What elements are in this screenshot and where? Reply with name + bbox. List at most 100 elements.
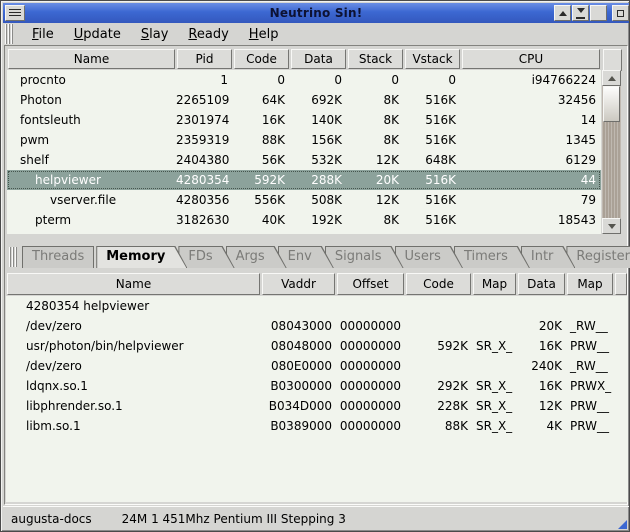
maximize-button[interactable] bbox=[590, 5, 607, 21]
memory-data-map: _RW__ bbox=[566, 319, 614, 333]
process-cpu: 32456 bbox=[461, 93, 601, 107]
column-header-pid[interactable]: Pid bbox=[177, 49, 232, 69]
tabstrip-drag-handle[interactable] bbox=[9, 247, 17, 267]
menu-item-file[interactable]: File bbox=[22, 25, 64, 44]
memory-name: 4280354 helpviewer bbox=[6, 299, 261, 313]
memory-row[interactable]: usr/photon/bin/helpviewer080480000000000… bbox=[6, 336, 628, 356]
column-header-vstack[interactable]: Vstack bbox=[405, 49, 460, 69]
process-pid: 4280356 bbox=[176, 193, 233, 207]
memory-column-header-offset[interactable]: Offset bbox=[337, 273, 404, 295]
app-window: Neutrino Sin! FileUpdateSlayReadyHelp Na… bbox=[0, 0, 630, 532]
menu-item-ready[interactable]: Ready bbox=[178, 25, 238, 44]
process-code: 0 bbox=[233, 73, 290, 87]
memory-column-header-data-5[interactable]: Data bbox=[518, 273, 565, 295]
menu-item-slay[interactable]: Slay bbox=[131, 25, 179, 44]
process-row-shelf[interactable]: shelf240438056K532K12K648K6129 bbox=[7, 150, 601, 170]
memory-row[interactable]: libphrender.so.1B034D00000000000228KSR_X… bbox=[6, 396, 628, 416]
memory-data-map: _RW__ bbox=[566, 359, 614, 373]
process-row-fontsleuth[interactable]: fontsleuth230197416K140K8K516K14 bbox=[7, 110, 601, 130]
memory-name: /dev/zero bbox=[6, 319, 261, 333]
column-header-data[interactable]: Data bbox=[291, 49, 346, 69]
process-data: 140K bbox=[290, 113, 347, 127]
process-data: 508K bbox=[290, 193, 347, 207]
tab-label: Timers bbox=[454, 246, 530, 267]
process-row-pterm[interactable]: pterm318263040K192K8K516K18543 bbox=[7, 210, 601, 230]
memory-column-header-vaddr[interactable]: Vaddr bbox=[262, 273, 335, 295]
process-data: 0 bbox=[290, 73, 347, 87]
tab-label: Registers bbox=[566, 246, 630, 267]
process-vstack: 516K bbox=[404, 173, 461, 187]
process-name: Photon bbox=[7, 93, 176, 107]
process-pid: 1 bbox=[176, 73, 233, 87]
memory-data: 4K bbox=[517, 419, 566, 433]
scroll-up-button[interactable] bbox=[602, 70, 621, 86]
process-stack: 8K bbox=[347, 213, 404, 227]
menu-item-update[interactable]: Update bbox=[64, 25, 131, 44]
column-header-stack[interactable]: Stack bbox=[348, 49, 403, 69]
tab-args[interactable]: Args bbox=[226, 246, 287, 268]
process-pid: 2404380 bbox=[176, 153, 233, 167]
tab-label: Args bbox=[226, 246, 287, 267]
memory-offset: 00000000 bbox=[336, 339, 405, 353]
process-vstack: 516K bbox=[404, 213, 461, 227]
process-code: 64K bbox=[233, 93, 290, 107]
process-vstack: 516K bbox=[404, 113, 461, 127]
memory-column-header-map-6[interactable]: Map bbox=[567, 273, 613, 295]
minimize-button[interactable] bbox=[554, 5, 571, 21]
memory-code: 88K bbox=[405, 419, 472, 433]
scroll-down-button[interactable] bbox=[602, 218, 621, 234]
process-name: fontsleuth bbox=[7, 113, 176, 127]
memory-column-header-filler[interactable] bbox=[615, 273, 627, 295]
memory-row[interactable]: ldqnx.so.1B030000000000000292KSR_X_16KPR… bbox=[6, 376, 628, 396]
memory-offset: 00000000 bbox=[336, 319, 405, 333]
scrollbar-corner-button[interactable] bbox=[603, 49, 622, 71]
tab-timers[interactable]: Timers bbox=[454, 246, 530, 268]
process-stack: 8K bbox=[347, 93, 404, 107]
memory-column-header-name[interactable]: Name bbox=[7, 273, 260, 295]
tab-registers[interactable]: Registers bbox=[566, 246, 630, 268]
content-panel: NamePidCodeDataStackVstackCPU procnto100… bbox=[4, 45, 628, 505]
send-to-back-button[interactable] bbox=[572, 5, 589, 21]
memory-data: 12K bbox=[517, 399, 566, 413]
memory-data-map: PRWX_ bbox=[566, 379, 614, 393]
column-header-code[interactable]: Code bbox=[234, 49, 289, 69]
process-row-vserver.file[interactable]: vserver.file4280356556K508K12K516K79 bbox=[7, 190, 601, 210]
process-row-helpviewer[interactable]: helpviewer4280354592K288K20K516K44 bbox=[7, 170, 601, 190]
process-vstack: 0 bbox=[404, 73, 461, 87]
send-to-back-icon bbox=[577, 8, 585, 17]
memory-row[interactable]: libm.so.1B03890000000000088KSR_X_4KPRW__ bbox=[6, 416, 628, 436]
scrollbar-track[interactable] bbox=[602, 86, 621, 218]
process-row-Photon[interactable]: Photon226510964K692K8K516K32456 bbox=[7, 90, 601, 110]
process-stack: 8K bbox=[347, 133, 404, 147]
process-data: 532K bbox=[290, 153, 347, 167]
process-name: pwm bbox=[7, 133, 176, 147]
tab-users[interactable]: Users bbox=[395, 246, 463, 268]
column-header-cpu[interactable]: CPU bbox=[462, 49, 600, 69]
memory-name: /dev/zero bbox=[6, 359, 261, 373]
process-row-procnto[interactable]: procnto10000i94766224 bbox=[7, 70, 601, 90]
column-header-name[interactable]: Name bbox=[8, 49, 175, 69]
memory-column-header-code[interactable]: Code bbox=[406, 273, 471, 295]
menubar-drag-handle[interactable] bbox=[5, 24, 14, 44]
scrollbar-thumb[interactable] bbox=[603, 86, 620, 122]
memory-name: libm.so.1 bbox=[6, 419, 261, 433]
memory-column-header-map-4[interactable]: Map bbox=[473, 273, 516, 295]
process-table[interactable]: procnto10000i94766224Photon226510964K692… bbox=[7, 70, 601, 234]
resize-grip-icon[interactable] bbox=[618, 520, 627, 529]
memory-table-header: NameVaddrOffsetCodeMapDataMap bbox=[6, 272, 628, 296]
memory-row[interactable]: /dev/zero080430000000000020K_RW__ bbox=[6, 316, 628, 336]
close-button[interactable] bbox=[612, 5, 629, 21]
tab-memory[interactable]: Memory bbox=[96, 246, 187, 268]
memory-row[interactable]: /dev/zero080E000000000000240K_RW__ bbox=[6, 356, 628, 376]
memory-row[interactable]: 4280354 helpviewer bbox=[6, 296, 628, 316]
memory-code: 228K bbox=[405, 399, 472, 413]
process-row-pwm[interactable]: pwm235931988K156K8K516K1345 bbox=[7, 130, 601, 150]
window-menu-button[interactable] bbox=[5, 5, 25, 21]
memory-vaddr: 080E0000 bbox=[261, 359, 336, 373]
tab-signals[interactable]: Signals bbox=[325, 246, 404, 268]
memory-table[interactable]: 4280354 helpviewer/dev/zero0804300000000… bbox=[6, 296, 628, 502]
tab-threads[interactable]: Threads bbox=[22, 246, 94, 268]
title-bar[interactable]: Neutrino Sin! bbox=[3, 3, 629, 23]
menu-item-help[interactable]: Help bbox=[239, 25, 289, 44]
process-vstack: 516K bbox=[404, 93, 461, 107]
